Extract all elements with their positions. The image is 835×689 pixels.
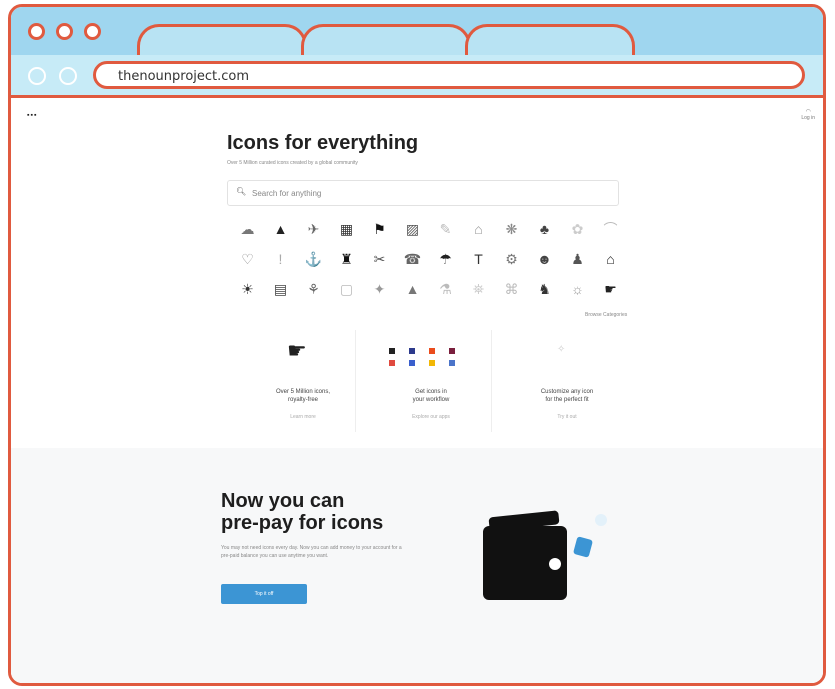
grid-icon[interactable]: ▨ — [396, 214, 429, 244]
login-label: Log in — [801, 115, 815, 121]
feature-title: Customize any icon for the perfect fit — [540, 389, 594, 403]
app-icon — [449, 360, 455, 366]
hand-sparkle-icon: ☛ — [287, 338, 307, 363]
grid-icon[interactable]: ☁ — [231, 214, 264, 244]
grid-icon[interactable]: ▤ — [264, 274, 297, 304]
feature-royalty-free: ☛ Over 5 Million icons, royalty-free Lea… — [243, 328, 363, 428]
icon-search-input[interactable]: 🔍︎ Search for anything — [227, 180, 619, 206]
feature-workflow: Get icons in your workflow Explore our a… — [371, 328, 491, 428]
feature-title: Get icons in your workflow — [412, 389, 450, 403]
grid-icon[interactable]: ☀ — [231, 274, 264, 304]
grid-icon[interactable]: ♟ — [561, 244, 594, 274]
grid-icon[interactable]: ♣ — [528, 214, 561, 244]
browser-tab-3[interactable] — [465, 24, 635, 58]
grid-icon[interactable]: ▲ — [264, 214, 297, 244]
wallet-icon — [483, 510, 607, 600]
grid-icon[interactable]: ♡ — [231, 244, 264, 274]
grid-icon[interactable]: ✂ — [363, 244, 396, 274]
grid-icon[interactable]: ☻ — [528, 244, 561, 274]
apple-icon — [389, 348, 395, 354]
grid-icon[interactable]: ⚗ — [429, 274, 462, 304]
browser-tab-2[interactable] — [301, 24, 471, 58]
address-bar: thenounproject.com — [11, 55, 823, 98]
window-minimize-dot[interactable] — [56, 23, 73, 40]
grid-icon[interactable]: ⌘ — [495, 274, 528, 304]
grid-icon[interactable]: ⛯ — [462, 274, 495, 304]
browser-titlebar — [11, 7, 823, 58]
featured-icon-grid: ☁ ▲ ✈ ▦ ⚑ ▨ ✎ ⌂ ❋ ♣ ✿ ⌒ ♡! ⚓ ♜ ✂ ☎ ☂ T ⚙ ☻ ♟ ⌂ ☀ ▤ ⚘ ▢ ✦ ▲ ⚗ ⛯ ⌘ ♞ ☼ ☛ — [231, 214, 627, 304]
feature-title: Over 5 Million icons, royalty-free — [275, 389, 331, 403]
grid-icon[interactable]: ☛ — [594, 274, 627, 304]
grid-icon[interactable]: ♞ — [528, 274, 561, 304]
grid-icon[interactable]: ▲ — [396, 274, 429, 304]
app-icon — [409, 348, 415, 354]
grid-icon[interactable]: ! — [264, 244, 297, 274]
back-button[interactable] — [28, 67, 46, 85]
grid-icon[interactable]: T — [462, 244, 495, 274]
feature-divider — [355, 330, 356, 432]
grid-icon[interactable]: ▦ — [330, 214, 363, 244]
app-icon — [429, 348, 435, 354]
feature-link[interactable]: Explore our apps — [371, 414, 491, 420]
window-maximize-dot[interactable] — [84, 23, 101, 40]
sparkle-icon: ✧ — [557, 344, 566, 355]
grid-icon[interactable]: ✎ — [429, 214, 462, 244]
webpage: ▪▪▪ ◠ Log in Icons for everything Over 5… — [11, 98, 823, 683]
grid-icon[interactable]: ⚑ — [363, 214, 396, 244]
browser-tab-1[interactable] — [137, 24, 307, 58]
login-link[interactable]: ◠ Log in — [801, 108, 815, 121]
app-icon — [429, 360, 435, 366]
forward-button[interactable] — [59, 67, 77, 85]
feature-link[interactable]: Try it out — [507, 414, 627, 420]
grid-icon[interactable]: ⚓ — [297, 244, 330, 274]
grid-icon[interactable]: ❋ — [495, 214, 528, 244]
app-icon — [409, 360, 415, 366]
search-placeholder: Search for anything — [252, 189, 322, 198]
app-icon — [449, 348, 455, 354]
prepay-title: Now you can pre-pay for icons — [221, 490, 384, 534]
prepay-description: You may not need icons every day. Now yo… — [221, 545, 402, 559]
app-icon — [389, 360, 395, 366]
grid-icon[interactable]: ✈ — [297, 214, 330, 244]
grid-icon[interactable]: ⚙ — [495, 244, 528, 274]
site-logo[interactable]: ▪▪▪ — [27, 112, 37, 119]
grid-icon[interactable]: ☼ — [561, 274, 594, 304]
grid-icon[interactable]: ♜ — [330, 244, 363, 274]
browse-categories-link[interactable]: Browse Categories — [585, 312, 627, 318]
grid-icon[interactable]: ⌒ — [594, 214, 627, 244]
browser-window: thenounproject.com ▪▪▪ ◠ Log in Icons fo… — [8, 4, 826, 686]
feature-customize: ✧ Customize any icon for the perfect fit… — [507, 328, 627, 428]
grid-icon[interactable]: ☎ — [396, 244, 429, 274]
feature-link[interactable]: Learn more — [243, 414, 363, 420]
grid-icon[interactable]: ⚘ — [297, 274, 330, 304]
grid-icon[interactable]: ✦ — [363, 274, 396, 304]
hero-subtitle: Over 5 Million curated icons created by … — [227, 160, 358, 166]
user-icon: ◠ — [805, 109, 811, 115]
grid-icon[interactable]: ⌂ — [462, 214, 495, 244]
grid-icon[interactable]: ☂ — [429, 244, 462, 274]
hero-title: Icons for everything — [227, 132, 419, 154]
grid-icon[interactable]: ▢ — [330, 274, 363, 304]
window-close-dot[interactable] — [28, 23, 45, 40]
feature-divider — [491, 330, 492, 432]
grid-icon[interactable]: ⌂ — [594, 244, 627, 274]
app-icons — [389, 348, 469, 372]
prepay-section: Now you can pre-pay for icons You may no… — [11, 448, 823, 683]
grid-icon[interactable]: ✿ — [561, 214, 594, 244]
url-field[interactable]: thenounproject.com — [93, 61, 805, 89]
search-icon: 🔍︎ — [236, 187, 247, 196]
top-it-off-button[interactable]: Top it off — [221, 584, 307, 604]
